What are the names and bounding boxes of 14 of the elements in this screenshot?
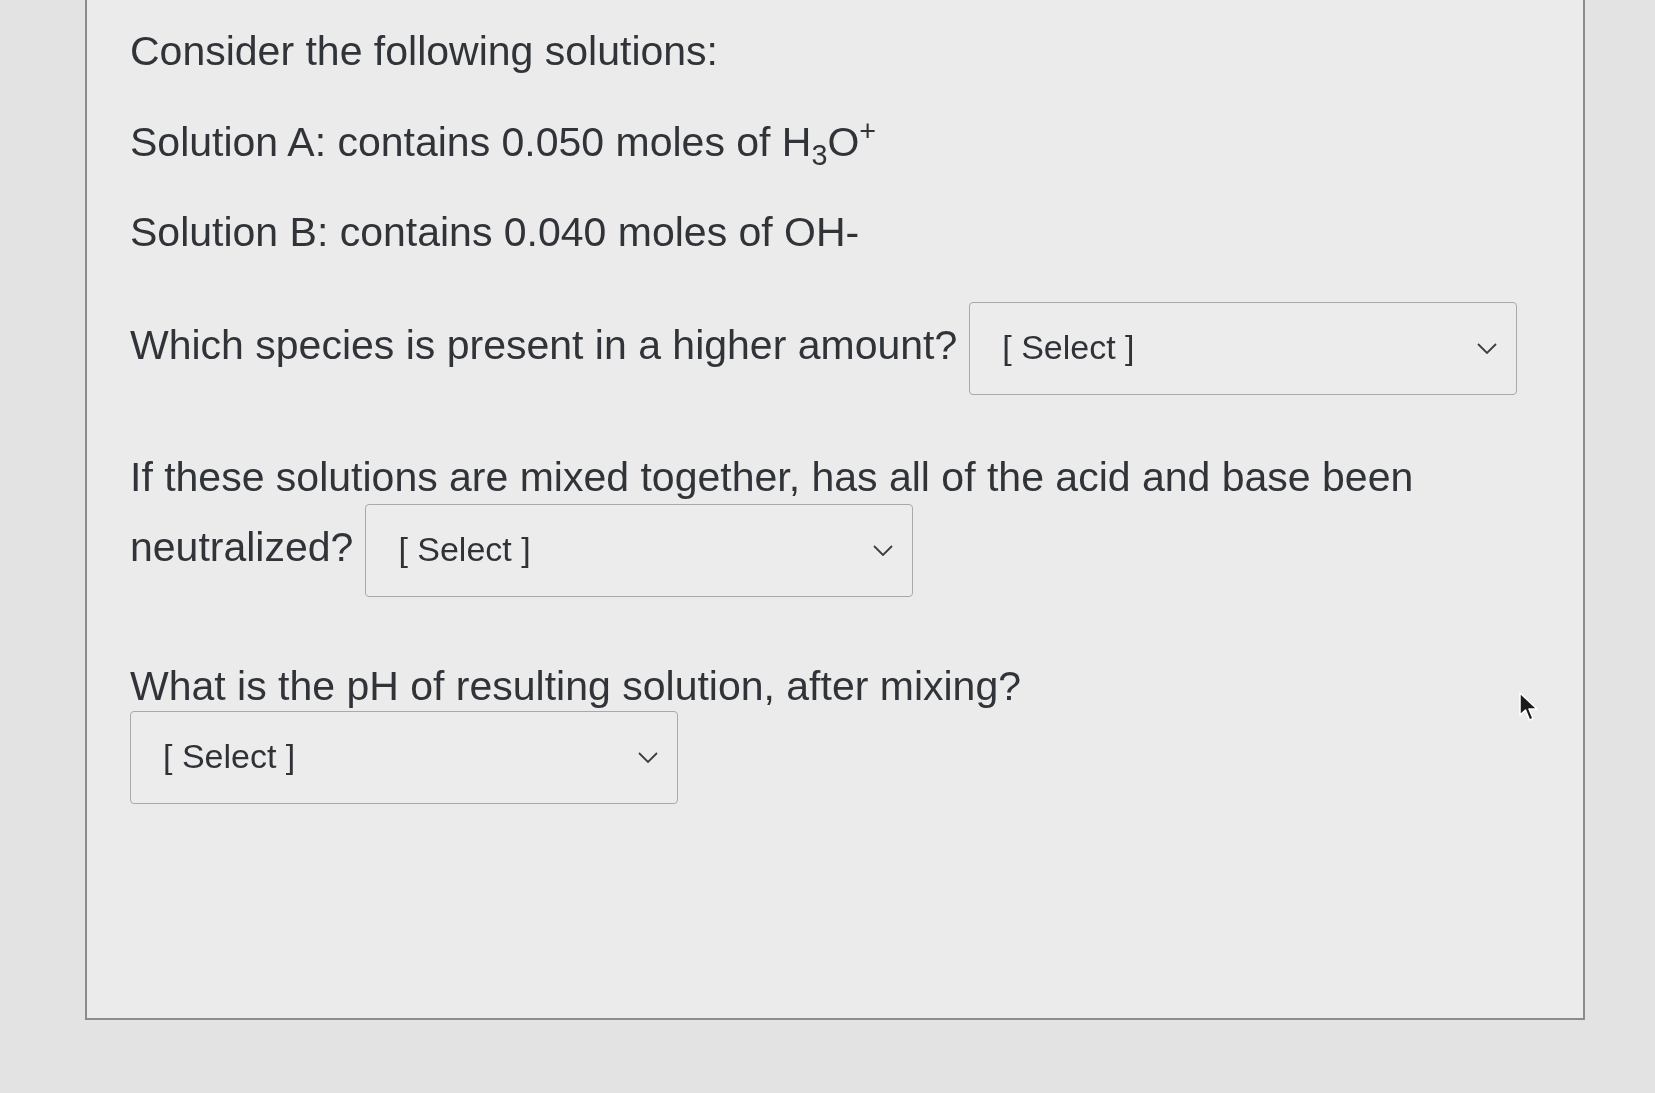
chevron-down-icon <box>1477 343 1498 354</box>
solution-text: Solution A: contains 0.050 moles of H$_{3}$O$^{+}$ <box>130 119 877 165</box>
select-dropdown[interactable]: [ Select ] <box>365 504 914 597</box>
question-text: Which species is present in a higher amount? <box>130 322 958 369</box>
question-text: neutralized? <box>130 524 354 571</box>
chevron-down-icon <box>873 545 894 556</box>
select-dropdown[interactable]: [ Select ] <box>969 302 1518 395</box>
select-dropdown[interactable]: [ Select ] <box>130 711 678 804</box>
intro-text: Consider the following solutions: <box>130 28 718 74</box>
solution-text: Solution B: contains 0.040 moles of OH- <box>130 209 860 255</box>
question-text: What is the pH of resulting solution, after mixing? <box>130 663 1022 709</box>
chevron-down-icon <box>638 752 658 763</box>
question-text: If these solutions are mixed together, has all of the acid and base been <box>130 454 1414 500</box>
mouse-cursor-icon <box>1519 692 1539 722</box>
